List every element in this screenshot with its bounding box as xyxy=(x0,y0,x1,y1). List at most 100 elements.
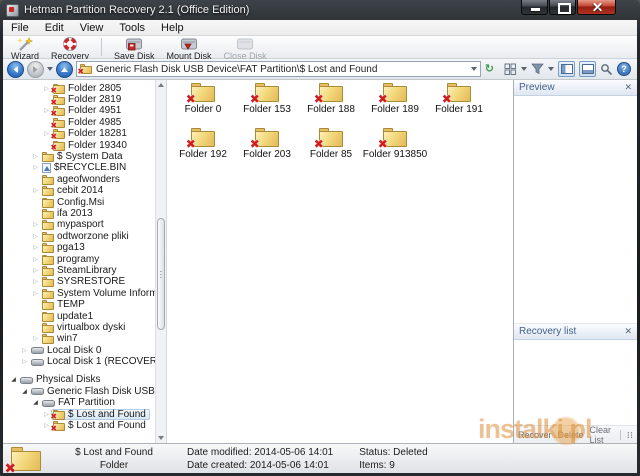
tree-item[interactable]: ▷ $ System Data xyxy=(3,151,155,163)
tree-collapsed-icon[interactable]: ▷ xyxy=(31,336,40,342)
tree-collapsed-icon[interactable]: ▷ xyxy=(31,257,40,263)
tree-item[interactable]: ageofwonders xyxy=(3,174,155,185)
tree-expanded-icon[interactable]: ◢ xyxy=(9,377,18,383)
filter-dropdown-icon[interactable] xyxy=(548,67,554,71)
tree-item[interactable]: ▷ ✖ Folder 2805 xyxy=(3,83,155,95)
tree-item[interactable]: ▷ $RECYCLE.BIN xyxy=(3,163,155,174)
tree-item[interactable]: ▷ pga13 xyxy=(3,242,155,254)
tree-item[interactable]: ✖ Folder 2819 xyxy=(3,94,155,107)
tree-item[interactable]: ▷ Local Disk 1 (RECOVERY) xyxy=(3,356,155,367)
address-dropdown-icon[interactable] xyxy=(470,67,477,71)
scroll-down-icon[interactable] xyxy=(156,433,166,443)
preview-close-icon[interactable]: ✕ xyxy=(624,83,632,92)
tree-item[interactable]: ▷ programy xyxy=(3,254,155,265)
menu-view[interactable]: View xyxy=(72,20,112,35)
tree-item[interactable]: ▷ ✖ Folder 18281 xyxy=(3,129,155,141)
tree-item[interactable]: ▷ cebit 2014 xyxy=(3,186,155,197)
folder-item[interactable]: ✖ Folder 85 xyxy=(299,127,363,172)
menu-help[interactable]: Help xyxy=(153,20,192,35)
address-input[interactable]: ✖ Generic Flash Disk USB Device\FAT Part… xyxy=(76,61,481,77)
folder-item[interactable]: ✖ Folder 188 xyxy=(299,82,363,127)
recovery-button[interactable]: Recovery xyxy=(45,37,95,61)
menu-file[interactable]: File xyxy=(3,20,37,35)
tree-item[interactable]: ▷ Local Disk 0 xyxy=(3,345,155,356)
tree-item[interactable]: ▷ SYSRESTORE xyxy=(3,277,155,288)
folder-item[interactable]: ✖ Folder 191 xyxy=(427,82,491,127)
tree-item[interactable]: ▷ ✖ $ Lost and Found xyxy=(3,409,155,421)
tree-item[interactable]: ✖ Folder 19340 xyxy=(3,140,155,152)
tree-collapsed-icon[interactable]: ▷ xyxy=(31,234,40,240)
tree-item[interactable]: ▷ SteamLibrary xyxy=(3,265,155,276)
folder-item[interactable]: ✖ Folder 913850 xyxy=(363,127,427,172)
tree-item[interactable]: ◢ FAT Partition xyxy=(3,398,155,409)
tree-collapsed-icon[interactable]: ▷ xyxy=(20,359,29,365)
tree-item[interactable]: ▷ mypasport xyxy=(3,220,155,231)
folder-icon xyxy=(42,288,54,299)
date-modified-label: Date modified: xyxy=(187,446,252,458)
tree-collapsed-icon[interactable]: ▷ xyxy=(20,348,29,354)
tree-collapsed-icon[interactable]: ▷ xyxy=(31,279,40,285)
folder-item[interactable]: ✖ Folder 192 xyxy=(171,127,235,172)
tree-item-label: $ Lost and Found xyxy=(68,420,146,432)
wizard-button[interactable]: Wizard xyxy=(5,37,45,61)
mount-disk-icon xyxy=(181,38,198,50)
tree-item[interactable]: ✖ Folder 4985 xyxy=(3,117,155,129)
tree-item[interactable]: update1 xyxy=(3,311,155,322)
scroll-up-icon[interactable] xyxy=(156,80,166,90)
tree-collapsed-icon[interactable]: ▷ xyxy=(31,268,40,274)
scrollbar-thumb[interactable] xyxy=(157,218,165,330)
view-mode-icon[interactable] xyxy=(504,63,517,75)
save-disk-button[interactable]: Save Disk xyxy=(108,37,161,61)
clear-list-button[interactable]: Clear List xyxy=(590,425,614,445)
tree-collapsed-icon[interactable]: ▷ xyxy=(31,222,40,228)
close-button[interactable] xyxy=(577,0,616,15)
back-button[interactable] xyxy=(7,60,24,78)
date-modified-value: 2014-05-06 14:01 xyxy=(254,446,334,458)
view-mode-dropdown-icon[interactable] xyxy=(521,67,527,71)
tree-item[interactable]: ◢ Generic Flash Disk USB Device xyxy=(3,386,155,397)
toggle-preview-panel-button[interactable] xyxy=(579,61,596,77)
search-icon[interactable] xyxy=(600,63,613,76)
tree-collapsed-icon[interactable]: ▷ xyxy=(31,188,40,194)
tree-item[interactable]: ▷ ✖ Folder 4951 xyxy=(3,106,155,118)
delete-button[interactable]: Delete xyxy=(558,430,584,440)
folder-icon xyxy=(42,300,54,311)
tree-item[interactable]: virtualbox dyski xyxy=(3,322,155,333)
minimize-button[interactable] xyxy=(521,0,548,15)
tree-expanded-icon[interactable]: ◢ xyxy=(20,389,29,395)
folder-item[interactable]: ✖ Folder 153 xyxy=(235,82,299,127)
up-button[interactable] xyxy=(56,60,73,78)
tree-collapsed-icon[interactable]: ▷ xyxy=(31,291,40,297)
menu-tools[interactable]: Tools xyxy=(111,20,153,35)
refresh-icon[interactable]: ↻ xyxy=(484,63,495,75)
list-view-options-icon[interactable] xyxy=(627,430,633,440)
toggle-tree-panel-button[interactable] xyxy=(558,61,575,77)
history-dropdown-icon[interactable] xyxy=(47,67,53,71)
tree-collapsed-icon[interactable]: ▷ xyxy=(31,154,40,160)
recover-button[interactable]: Recover xyxy=(518,430,552,440)
maximize-button[interactable] xyxy=(549,0,576,15)
menu-edit[interactable]: Edit xyxy=(37,20,72,35)
folder-item[interactable]: ✖ Folder 0 xyxy=(171,82,235,127)
tree-item[interactable]: ▷ odtworzone pliki xyxy=(3,231,155,242)
tree-item[interactable]: ◢ Physical Disks xyxy=(3,375,155,386)
tree-item[interactable]: TEMP xyxy=(3,299,155,311)
help-icon[interactable]: ? xyxy=(617,62,631,76)
back-arrow-icon xyxy=(13,65,18,73)
tree-item[interactable]: ifa 2013 xyxy=(3,208,155,219)
tree-item[interactable]: ▷ System Volume Information xyxy=(3,288,155,299)
preview-panel-header: Preview ✕ xyxy=(514,80,637,96)
tree-scrollbar[interactable] xyxy=(155,80,166,443)
tree-item-target: odtworzone pliki xyxy=(40,231,133,242)
tree-collapsed-icon[interactable]: ▷ xyxy=(31,165,40,171)
folder-item[interactable]: ✖ Folder 189 xyxy=(363,82,427,127)
tree-expanded-icon[interactable]: ◢ xyxy=(31,400,40,406)
folder-item[interactable]: ✖ Folder 203 xyxy=(235,127,299,172)
mount-disk-button[interactable]: Mount Disk xyxy=(161,37,218,61)
tree-item[interactable]: ▷ win7 xyxy=(3,334,155,345)
tree-collapsed-icon[interactable]: ▷ xyxy=(31,245,40,251)
recovery-list-close-icon[interactable]: ✕ xyxy=(624,327,632,336)
tree-item[interactable]: ▷ ✖ $ Lost and Found xyxy=(3,420,155,433)
filter-icon[interactable] xyxy=(531,63,544,75)
tree-item[interactable]: Config.Msi xyxy=(3,197,155,208)
